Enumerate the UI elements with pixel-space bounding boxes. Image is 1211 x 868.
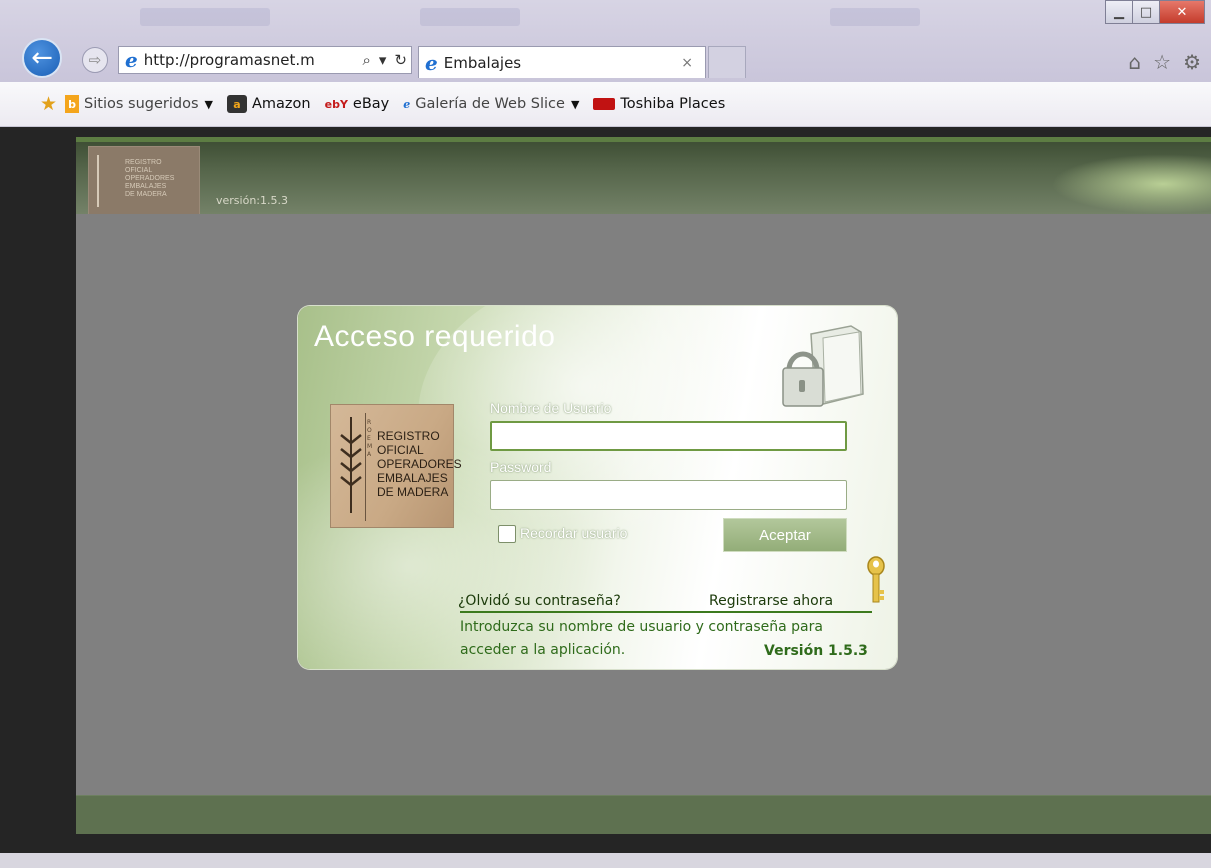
login-dialog: Acceso requerido ROEMA REGISTRO OFICIAL … (298, 306, 897, 669)
header-logo-line: OFICIAL (125, 167, 153, 174)
fav-ebay[interactable]: ebY eBay (325, 96, 390, 112)
accept-button[interactable]: Aceptar (723, 518, 847, 552)
username-input[interactable] (490, 421, 847, 451)
register-link[interactable]: Registrarse ahora (709, 593, 833, 609)
page-footer (76, 795, 1211, 834)
gear-icon[interactable]: ⚙ (1183, 50, 1201, 74)
lock-folder-icon (782, 325, 864, 407)
titlebar-ghost (140, 8, 270, 26)
chevron-down-icon[interactable]: ▼ (205, 98, 213, 111)
wheat-emblem-icon (340, 417, 362, 513)
add-favorite-icon[interactable]: ★ (40, 93, 57, 115)
chevron-down-icon[interactable]: ▼ (571, 98, 579, 111)
dialog-version: Versión 1.5.3 (764, 643, 868, 659)
new-tab-button[interactable] (708, 46, 746, 78)
chevron-down-icon[interactable]: ▾ (379, 51, 387, 69)
fav-label: Toshiba Places (620, 96, 726, 112)
header-decoration (1051, 154, 1211, 214)
password-label: Password (490, 459, 552, 475)
close-tab-icon[interactable]: × (681, 55, 693, 71)
forgot-password-link[interactable]: ¿Olvidó su contraseña? (458, 593, 621, 609)
bing-icon: b (65, 95, 80, 113)
header-logo-line: EMBALAJES (125, 183, 167, 190)
header-version: versión:1.5.3 (216, 194, 288, 207)
logo-acronym: ROEMA (367, 419, 373, 458)
fav-label: Amazon (252, 96, 311, 112)
back-button[interactable]: ← (22, 38, 62, 78)
window-controls: ▁ □ ✕ (1105, 0, 1205, 24)
maximize-button[interactable]: □ (1132, 0, 1159, 24)
browser-tools: ⌂ ☆ ⚙ (1128, 50, 1201, 74)
minimize-button[interactable]: ▁ (1105, 0, 1132, 24)
amazon-icon: a (227, 95, 247, 113)
fav-toshiba-places[interactable]: Toshiba Places (593, 96, 725, 112)
search-icon[interactable]: ⌕ (362, 51, 370, 69)
remember-checkbox[interactable] (498, 525, 516, 543)
home-icon[interactable]: ⌂ (1128, 50, 1141, 74)
key-icon (867, 556, 885, 603)
titlebar-ghost (830, 8, 920, 26)
ie-icon: e (425, 50, 438, 75)
username-label: Nombre de Usuario (490, 400, 612, 416)
ebay-icon: ebY (324, 97, 348, 111)
header-logo-line: OPERADORES (125, 175, 175, 182)
fav-galeria-web-slice[interactable]: e Galería de Web Slice ▼ (403, 96, 579, 112)
logo-divider (365, 413, 366, 521)
address-bar[interactable]: e http://programasnet.m ⌕ ▾ ↻ (118, 46, 412, 74)
remember-label[interactable]: Recordar usuario (520, 525, 627, 541)
refresh-icon[interactable]: ↻ (394, 51, 407, 69)
arrow-left-icon: ← (31, 43, 53, 73)
tab-embalajes[interactable]: e Embalajes × (418, 46, 706, 78)
app-header: REGISTRO OFICIAL OPERADORES EMBALAJES DE… (76, 137, 1211, 219)
forward-button[interactable]: ⇨ (82, 47, 108, 73)
toshiba-icon (593, 98, 616, 110)
ie-icon: e (125, 48, 138, 72)
header-logo-line: REGISTRO (125, 159, 162, 166)
fav-label: eBay (352, 96, 390, 112)
ie-icon: e (403, 97, 411, 111)
close-window-button[interactable]: ✕ (1159, 0, 1205, 24)
dialog-divider (460, 611, 872, 613)
wheat-icon (97, 155, 119, 207)
header-logo: REGISTRO OFICIAL OPERADORES EMBALAJES DE… (88, 146, 200, 216)
dialog-title: Acceso requerido (314, 320, 556, 353)
favorites-star-icon[interactable]: ☆ (1153, 50, 1171, 74)
fav-label: Galería de Web Slice (415, 96, 565, 112)
address-url[interactable]: http://programasnet.m (144, 51, 359, 69)
fav-label: Sitios sugeridos (84, 96, 199, 112)
registro-logo: ROEMA REGISTRO OFICIAL OPERADORES EMBALA… (330, 404, 462, 528)
favorites-bar: ★ b Sitios sugeridos ▼ a Amazon ebY eBay… (0, 82, 1211, 127)
password-input[interactable] (490, 480, 847, 510)
logo-text: REGISTRO OFICIAL OPERADORES EMBALAJES DE… (377, 429, 462, 499)
status-bar (0, 853, 1211, 868)
fav-sitios-sugeridos[interactable]: b Sitios sugeridos ▼ (65, 95, 213, 113)
titlebar-ghost (420, 8, 520, 26)
header-logo-line: DE MADERA (125, 191, 167, 198)
browser-titlebar: ▁ □ ✕ ← ⇨ e http://programasnet.m ⌕ ▾ ↻ … (0, 0, 1211, 82)
arrow-right-icon: ⇨ (88, 51, 102, 69)
tab-title: Embalajes (443, 53, 522, 72)
fav-amazon[interactable]: a Amazon (227, 95, 311, 113)
